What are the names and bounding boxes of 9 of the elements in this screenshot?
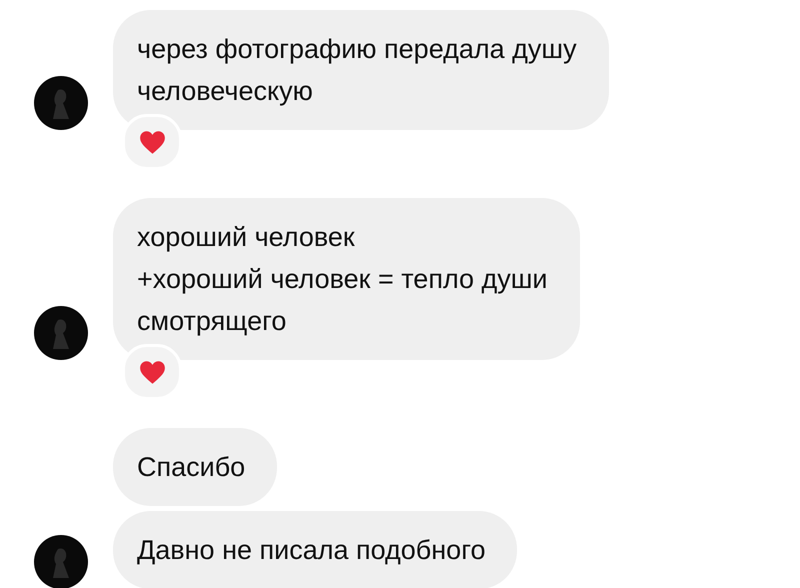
message-bubble: хороший человек +хороший человек = тепло души смотрящего [113,198,580,360]
heart-icon [138,360,166,384]
avatar-icon [34,535,88,588]
message-bubble: Давно не писала подобного [113,511,518,588]
avatar-icon [34,76,88,130]
message-bubble: Спасибо [113,428,278,506]
heart-icon [138,130,166,154]
avatar-icon [34,306,88,360]
message-bubble: через фотографию передала душу человеческую [113,10,609,130]
